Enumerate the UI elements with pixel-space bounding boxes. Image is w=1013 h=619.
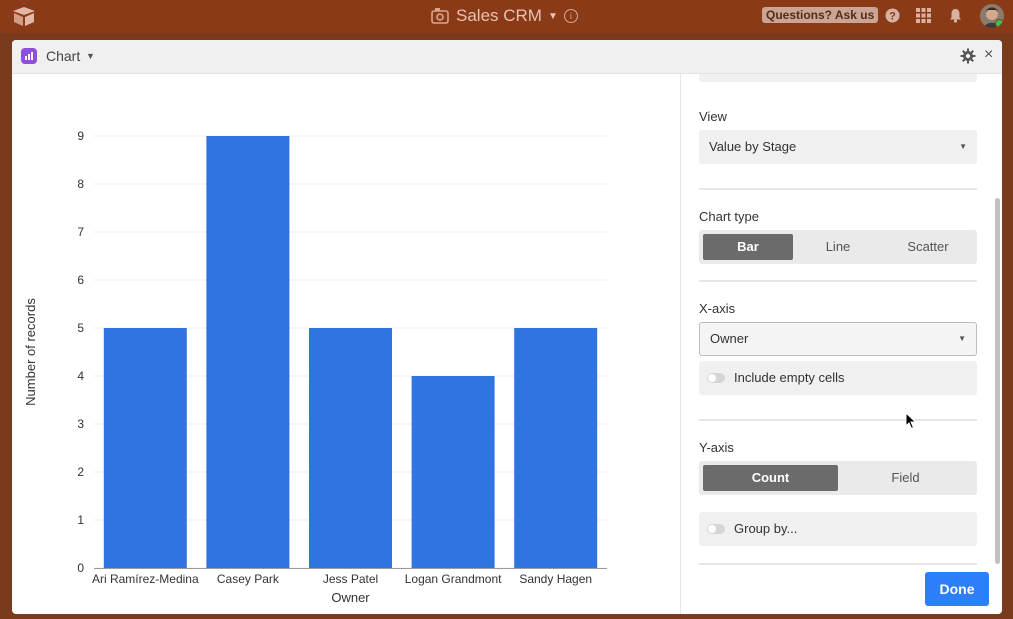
group-by-toggle[interactable] [707,524,725,534]
y-tick-label: 8 [77,177,84,191]
y-axis-count[interactable]: Count [703,465,838,491]
info-icon[interactable]: i [563,9,578,23]
close-icon[interactable]: × [984,46,993,64]
bar[interactable] [103,328,187,568]
view-select[interactable]: Value by Stage ▼ [699,130,977,164]
y-axis-control: Count Field [699,461,977,495]
bell-icon[interactable] [948,8,963,23]
x-axis-select-value: Owner [710,331,749,346]
include-empty-cells-toggle[interactable] [707,373,725,383]
chart-type-bar[interactable]: Bar [703,234,793,260]
x-tick-label: Logan Grandmont [405,572,502,586]
view-select-value: Value by Stage [709,139,797,154]
chart-type-control: Bar Line Scatter [699,230,977,264]
y-tick-label: 9 [77,129,84,143]
chevron-down-icon[interactable]: ▼ [548,11,558,22]
bar[interactable] [514,328,598,568]
x-tick-label: Casey Park [217,572,280,586]
base-title-text: Sales CRM [456,6,542,25]
gear-icon[interactable] [960,48,976,64]
divider [699,280,977,282]
y-tick-label: 5 [77,321,84,335]
y-tick-label: 7 [77,225,84,239]
y-tick-label: 2 [77,465,84,479]
group-by-label: Group by... [734,521,798,536]
group-by-row[interactable]: Group by... [699,512,977,546]
x-axis-label: X-axis [699,301,736,316]
chart-type-label: Chart type [699,209,759,224]
y-axis-field[interactable]: Field [838,465,973,491]
y-tick-label: 6 [77,273,84,287]
x-tick-label: Sandy Hagen [519,572,592,586]
panel-scrollbar[interactable] [995,198,1000,564]
chevron-down-icon[interactable]: ▼ [86,51,95,61]
questions-button[interactable]: Questions? Ask us [762,7,879,23]
online-status-dot [995,19,1004,28]
x-axis-label: Owner [331,590,370,605]
base-logo-icon[interactable] [11,5,37,27]
dialog-header: Chart ▼ × [12,40,1002,74]
chart-dialog: Chart ▼ × 0 1 2 3 4 5 6 7 8 9 Ari Ramírez-Medina Ca… [12,40,1002,614]
divider [699,419,977,421]
x-tick-label: Jess Patel [323,572,378,586]
previous-field-stub [699,74,977,82]
chart-type-scatter[interactable]: Scatter [883,234,973,260]
divider [699,188,977,190]
divider [699,563,977,565]
view-label: View [699,109,727,124]
dialog-title[interactable]: Chart [46,48,80,64]
bar[interactable] [206,136,290,568]
y-axis-label: Y-axis [699,440,734,455]
include-empty-cells-row[interactable]: Include empty cells [699,361,977,395]
y-tick-label: 0 [77,561,84,575]
y-tick-label: 3 [77,417,84,431]
chart-settings-panel: View Value by Stage ▼ Chart type Bar Lin… [680,74,1002,614]
chart-type-line[interactable]: Line [793,234,883,260]
app-top-bar: Sales CRM ▼ i Questions? Ask us ? [0,0,1013,33]
help-icon[interactable]: ? [885,8,900,23]
svg-text:?: ? [889,11,896,23]
bar[interactable] [309,328,392,568]
include-empty-cells-label: Include empty cells [734,370,845,385]
bar[interactable] [411,376,495,568]
avatar[interactable] [980,4,1004,28]
x-axis-select[interactable]: Owner ▼ [699,322,977,356]
y-axis-label: Number of records [23,298,38,406]
mouse-cursor-icon [905,412,917,430]
base-title[interactable]: Sales CRM ▼ i [430,5,578,27]
base-emoji-icon [431,8,449,24]
apps-grid-icon[interactable] [916,8,931,23]
chart-app-icon [21,48,37,64]
chevron-down-icon: ▼ [958,334,966,343]
y-tick-label: 1 [77,513,84,527]
y-tick-label: 4 [77,369,84,383]
done-button[interactable]: Done [925,572,989,606]
chart-area: 0 1 2 3 4 5 6 7 8 9 Ari Ramírez-Medina Casey Park Je… [12,74,680,614]
chevron-down-icon: ▼ [959,142,967,151]
x-tick-label: Ari Ramírez-Medina [92,572,199,586]
bar-chart: 0 1 2 3 4 5 6 7 8 9 Ari Ramírez-Medina Casey Park Je… [23,129,607,605]
